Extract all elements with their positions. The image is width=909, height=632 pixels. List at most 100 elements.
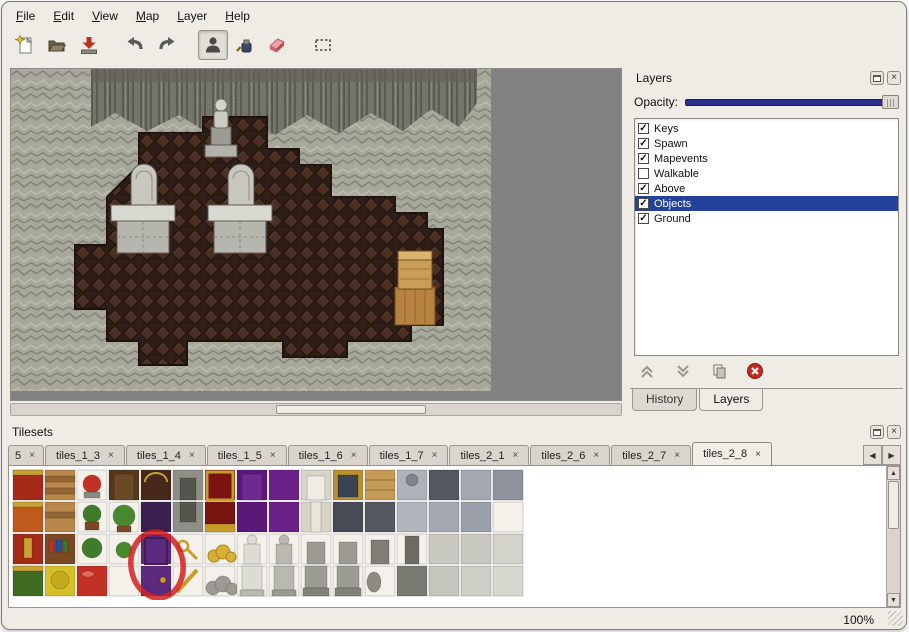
layer-row-walkable[interactable]: Walkable (635, 166, 898, 181)
layer-name: Spawn (654, 138, 688, 150)
scroll-up-button[interactable]: ▲ (887, 466, 900, 480)
tileset-tab-7[interactable]: tiles_2_6 × (530, 445, 610, 465)
opacity-label: Opacity: (634, 95, 678, 109)
tileset-tab-1[interactable]: tiles_1_3 × (45, 445, 125, 465)
tab-close-icon[interactable]: × (513, 450, 519, 461)
tileset-tab-9[interactable]: tiles_2_8 × (692, 442, 772, 465)
toolbar-separator (184, 30, 196, 60)
tileset-tab-5[interactable]: tiles_1_7 × (369, 445, 449, 465)
layer-checkbox[interactable]: ✓ (638, 153, 649, 164)
tileset-tab-0[interactable]: 5 × (8, 445, 44, 465)
menu-view[interactable]: View (84, 7, 126, 25)
scroll-tabs-left-button[interactable]: ◀ (863, 445, 882, 465)
save-icon (78, 34, 100, 56)
menu-layer[interactable]: Layer (169, 7, 215, 25)
layer-checkbox[interactable] (638, 168, 649, 179)
tab-scroll-buttons: ◀ ▶ (863, 445, 901, 465)
opacity-slider-handle[interactable] (882, 95, 899, 109)
layers-panel-title: Layers (636, 71, 672, 85)
close-panel-button[interactable]: × (887, 71, 901, 85)
opacity-slider[interactable] (685, 94, 899, 110)
move-layer-down-button[interactable] (672, 360, 694, 382)
map-canvas[interactable] (10, 68, 622, 401)
tileset-tiles[interactable] (11, 468, 571, 600)
tab-close-icon[interactable]: × (108, 450, 114, 461)
redo-button[interactable] (152, 30, 182, 60)
close-icon: × (891, 73, 897, 83)
layer-checkbox[interactable]: ✓ (638, 183, 649, 194)
layer-row-keys[interactable]: ✓ Keys (635, 121, 898, 136)
layer-checkbox[interactable]: ✓ (638, 213, 649, 224)
delete-layer-button[interactable] (744, 360, 766, 382)
tab-close-icon[interactable]: × (593, 450, 599, 461)
tab-close-icon[interactable]: × (755, 449, 761, 460)
undo-icon (124, 34, 146, 56)
menu-edit[interactable]: Edit (45, 7, 82, 25)
tab-close-icon[interactable]: × (270, 450, 276, 461)
layer-checkbox[interactable]: ✓ (638, 138, 649, 149)
tileset-tab-8[interactable]: tiles_2_7 × (611, 445, 691, 465)
layer-checkbox[interactable]: ✓ (638, 198, 649, 209)
redo-icon (156, 34, 178, 56)
tileset-tab-2[interactable]: tiles_1_4 × (126, 445, 206, 465)
layer-row-above[interactable]: ✓ Above (635, 181, 898, 196)
tab-label: tiles_2_6 (541, 450, 585, 462)
tab-close-icon[interactable]: × (432, 450, 438, 461)
tab-close-icon[interactable]: × (189, 450, 195, 461)
layers-panel: Layers × Opacity: ✓ Keys ✓ Spawn ✓ Mapev… (630, 68, 903, 414)
menu-help[interactable]: Help (217, 7, 258, 25)
layer-row-spawn[interactable]: ✓ Spawn (635, 136, 898, 151)
float-icon (873, 75, 881, 82)
select-tool-button[interactable] (308, 30, 338, 60)
map-area (11, 69, 491, 391)
new-map-button[interactable] (10, 30, 40, 60)
save-map-button[interactable] (74, 30, 104, 60)
layer-row-ground[interactable]: ✓ Ground (635, 211, 898, 226)
open-map-button[interactable] (42, 30, 72, 60)
layer-row-objects[interactable]: ✓ Objects (635, 196, 898, 211)
layer-checkbox[interactable]: ✓ (638, 123, 649, 134)
eraser-tool-button[interactable] (262, 30, 292, 60)
tileset-tab-6[interactable]: tiles_2_1 × (449, 445, 529, 465)
status-bar: 100% (2, 608, 906, 630)
duplicate-layer-button[interactable] (708, 360, 730, 382)
undo-button[interactable] (120, 30, 150, 60)
scroll-tabs-right-button[interactable]: ▶ (882, 445, 901, 465)
canvas-hscrollbar[interactable] (10, 403, 622, 416)
move-layer-up-button[interactable] (636, 360, 658, 382)
layers-list: ✓ Keys ✓ Spawn ✓ Mapevents Walkable ✓ Ab… (634, 118, 899, 356)
stamp-tool-button[interactable] (198, 30, 228, 60)
zoom-level: 100% (843, 613, 874, 627)
tilesets-panel: Tilesets × 5 × tiles_1_3 × tiles_1_4 × t… (6, 422, 903, 608)
open-folder-icon (46, 34, 68, 56)
tileset-view[interactable]: ▲ ▼ (8, 465, 901, 608)
close-panel-button[interactable]: × (887, 425, 901, 439)
tab-layers[interactable]: Layers (699, 389, 763, 411)
tab-close-icon[interactable]: × (351, 450, 357, 461)
tab-history[interactable]: History (632, 389, 697, 411)
double-down-arrow-icon (674, 362, 692, 380)
tab-close-icon[interactable]: × (674, 450, 680, 461)
delete-icon (746, 362, 764, 380)
tilesets-panel-controls: × (870, 425, 901, 439)
scroll-down-button[interactable]: ▼ (887, 593, 900, 607)
vscrollbar-thumb[interactable] (888, 481, 899, 529)
double-up-arrow-icon (638, 362, 656, 380)
tab-close-icon[interactable]: × (29, 450, 35, 461)
menu-file[interactable]: File (8, 7, 43, 25)
fill-tool-button[interactable] (230, 30, 260, 60)
float-panel-button[interactable] (870, 425, 884, 439)
layer-row-mapevents[interactable]: ✓ Mapevents (635, 151, 898, 166)
opacity-row: Opacity: (634, 92, 899, 112)
menu-map[interactable]: Map (128, 7, 167, 25)
tab-label: tiles_1_6 (299, 450, 343, 462)
tileset-tab-4[interactable]: tiles_1_6 × (288, 445, 368, 465)
tileset-tab-3[interactable]: tiles_1_5 × (207, 445, 287, 465)
opacity-slider-track[interactable] (685, 99, 899, 106)
hscrollbar-thumb[interactable] (276, 405, 426, 414)
tileset-vscrollbar[interactable]: ▲ ▼ (886, 466, 900, 607)
tilesets-panel-title: Tilesets (12, 425, 53, 439)
float-panel-button[interactable] (870, 71, 884, 85)
toolbar-separator (106, 30, 118, 60)
resize-grip[interactable] (888, 611, 903, 626)
